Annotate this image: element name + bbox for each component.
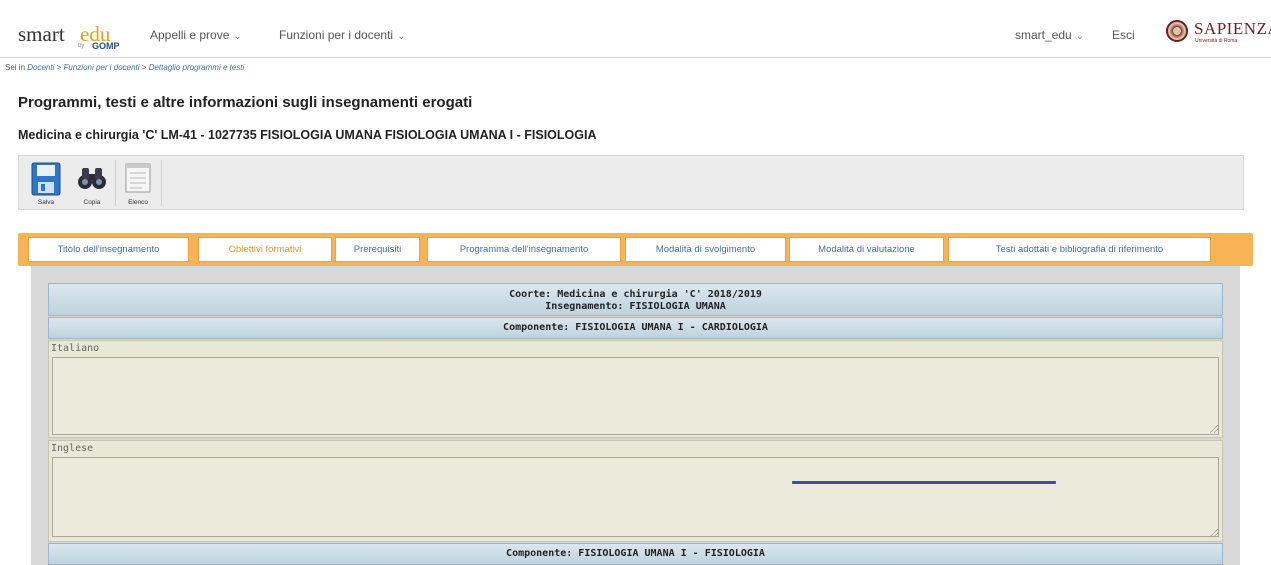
sapienza-logo[interactable]: SAPIENZA Università di Roma	[1166, 18, 1271, 48]
save-button-label: Salva	[37, 199, 55, 206]
toolbar-divider	[161, 160, 162, 206]
list-button-label: Elenco	[128, 199, 148, 206]
breadcrumb-separator: >	[56, 63, 62, 72]
logout-link[interactable]: Esci	[1112, 28, 1135, 42]
copy-button[interactable]: Copia	[77, 162, 107, 206]
logo-smart-text: smart	[18, 22, 65, 46]
copy-button-label: Copia	[83, 199, 101, 206]
content-panel: Coorte: Medicina e chirurgia 'C' 2018/20…	[31, 266, 1240, 565]
chevron-down-icon: ⌄	[233, 31, 242, 42]
smart-edu-logo[interactable]: smart edu by GOMP	[18, 22, 128, 52]
insegnamento-text: Insegnamento: FISIOLOGIA UMANA	[545, 301, 726, 312]
annotation-underline	[792, 481, 1056, 484]
toolbar: Salva Copia Elenco	[18, 155, 1244, 210]
menu-funzioni-docenti[interactable]: Funzioni per i docenti ⌄	[279, 28, 405, 42]
breadcrumb-item-funzioni[interactable]: Funzioni per i docenti	[64, 63, 140, 72]
tab-prerequisiti[interactable]: Prerequisiti	[335, 237, 420, 262]
tab-modalita-svolgimento[interactable]: Modalità di svolgimento	[625, 237, 786, 262]
user-menu[interactable]: smart_edu ⌄	[1015, 28, 1084, 42]
user-menu-label: smart_edu	[1015, 28, 1072, 42]
sapienza-subtitle: Università di Roma	[1195, 38, 1238, 44]
logo-gomp-text: GOMP	[92, 41, 120, 51]
sapienza-name: SAPIENZA	[1194, 19, 1271, 38]
inglese-label: Inglese	[51, 443, 94, 454]
toolbar-divider	[115, 160, 116, 206]
breadcrumb-separator: >	[141, 63, 147, 72]
italiano-field-block: Italiano	[48, 340, 1223, 438]
breadcrumb-item-dettaglio: Dettaglio programmi e testi	[148, 63, 245, 72]
sapienza-seal-icon	[1166, 20, 1188, 42]
resize-grip-icon[interactable]	[1210, 425, 1218, 433]
page-title: Programmi, testi e altre informazioni su…	[18, 94, 473, 111]
resize-grip-icon[interactable]	[1210, 529, 1218, 537]
menu-funzioni-label: Funzioni per i docenti	[279, 28, 394, 42]
list-button[interactable]: Elenco	[123, 162, 153, 206]
tab-titolo[interactable]: Titolo dell'insegnamento	[28, 237, 189, 262]
save-icon	[31, 162, 61, 196]
logo-by-text: by	[78, 43, 85, 49]
inglese-textarea[interactable]	[52, 457, 1219, 537]
inglese-field-block: Inglese	[48, 440, 1223, 542]
breadcrumb-item-docenti[interactable]: Docenti	[27, 63, 54, 72]
top-navbar: smart edu by GOMP Appelli e prove ⌄ Funzi…	[0, 12, 1271, 58]
componente-header-fisiologia: Componente: FISIOLOGIA UMANA I - FISIOLO…	[48, 543, 1223, 565]
tab-obiettivi-formativi[interactable]: Obiettivi formativi	[198, 237, 332, 262]
list-icon	[125, 163, 151, 193]
tab-programma[interactable]: Programma dell'insegnamento	[427, 237, 621, 262]
coorte-header: Coorte: Medicina e chirurgia 'C' 2018/20…	[48, 283, 1223, 316]
binoculars-icon	[78, 168, 106, 189]
italiano-label: Italiano	[51, 343, 100, 354]
menu-appelli-label: Appelli e prove	[150, 28, 230, 42]
save-button[interactable]: Salva	[31, 162, 61, 206]
page-subtitle: Medicina e chirurgia 'C' LM-41 - 1027735…	[18, 128, 597, 142]
tab-testi-bibliografia[interactable]: Testi adottati e bibliografia di riferim…	[948, 237, 1211, 262]
menu-appelli-e-prove[interactable]: Appelli e prove ⌄	[150, 28, 242, 42]
breadcrumb: Sei in Docenti > Funzioni per i docenti …	[5, 63, 244, 72]
breadcrumb-prefix: Sei in	[5, 63, 26, 72]
italiano-textarea[interactable]	[52, 357, 1219, 435]
coorte-text: Coorte: Medicina e chirurgia 'C' 2018/20…	[509, 289, 762, 300]
chevron-down-icon: ⌄	[397, 31, 406, 42]
componente-header-cardiologia: Componente: FISIOLOGIA UMANA I - CARDIOL…	[48, 317, 1223, 339]
tab-modalita-valutazione[interactable]: Modalità di valutazione	[789, 237, 944, 262]
tab-bar: Titolo dell'insegnamento Obiettivi forma…	[18, 233, 1253, 266]
chevron-down-icon: ⌄	[1075, 31, 1085, 42]
